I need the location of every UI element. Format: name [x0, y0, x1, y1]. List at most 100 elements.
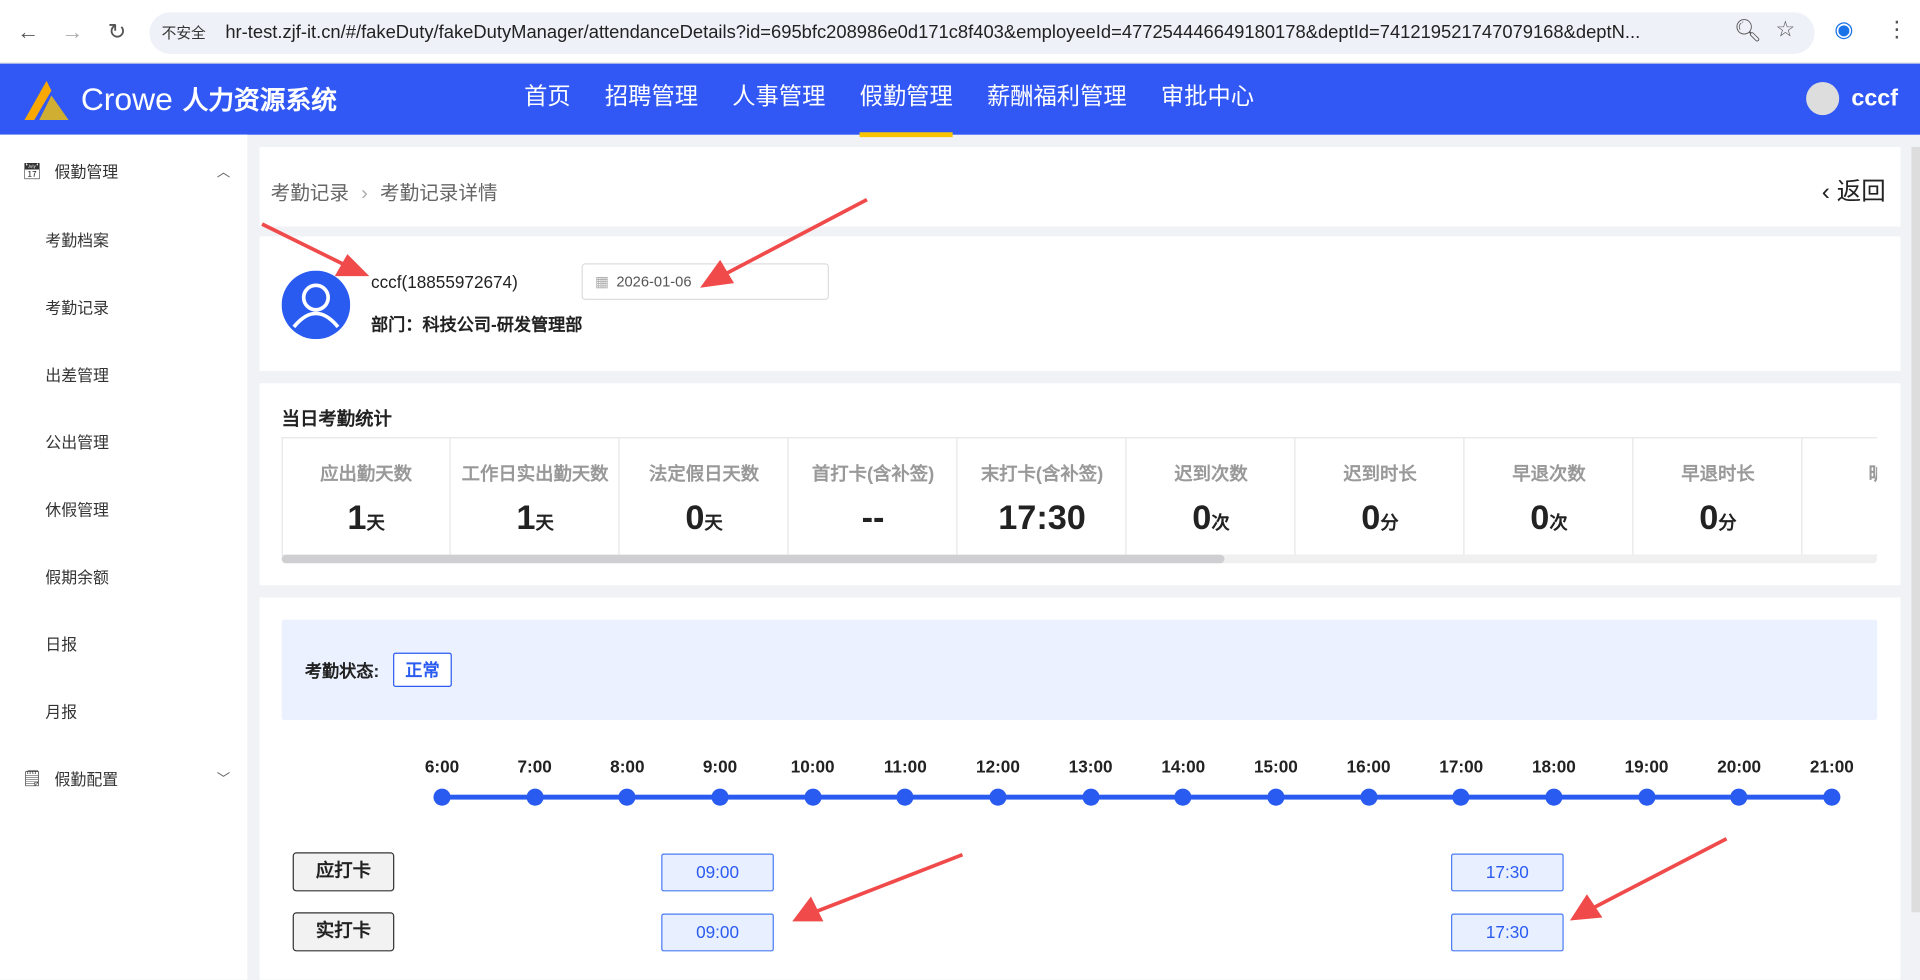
stat-cell: 早退次数 0次: [1466, 438, 1634, 555]
nav-hr[interactable]: 人事管理: [732, 64, 825, 135]
sidebar-item-daily[interactable]: 日报: [45, 632, 77, 655]
timeline-tick-label: 15:00: [1253, 756, 1298, 777]
status-panel: 考勤状态: 正常: [281, 619, 1878, 721]
stat-label: 工作日实出勤天数: [461, 464, 609, 485]
nav-recruit[interactable]: 招聘管理: [605, 64, 698, 135]
stat-label: 首打卡(含补签): [811, 464, 935, 485]
config-icon: 🗒︎: [22, 768, 43, 787]
scheduled-punch-in: 09:00: [661, 853, 774, 892]
stat-label: 法定假日天数: [648, 464, 760, 485]
sidebar-group-config[interactable]: 🗒︎ 假勤配置 ﹀: [22, 767, 230, 790]
sidebar-item-monthly[interactable]: 月报: [45, 699, 77, 722]
stat-number: 0: [1192, 498, 1212, 537]
stat-cell: 应出勤天数 1天: [283, 438, 451, 555]
stat-label: 末打卡(含补签): [980, 464, 1104, 485]
timeline-dot: [1545, 788, 1563, 806]
sidebar-item-leave[interactable]: 休假管理: [45, 497, 109, 520]
stat-value: 17:30: [959, 498, 1126, 537]
timeline-dot: [1082, 788, 1100, 806]
breadcrumb-current: 考勤记录详情: [380, 183, 498, 205]
timeline-dot: [526, 788, 544, 806]
timeline-tick-label: 14:00: [1161, 756, 1206, 777]
timeline-dot: [989, 788, 1007, 806]
stat-label: 早退次数: [1512, 464, 1586, 485]
scheduled-punch-button[interactable]: 应打卡: [292, 852, 395, 892]
zoom-icon[interactable]: 🔍︎: [1734, 18, 1762, 44]
logo-text: Crowe: [80, 80, 173, 117]
timeline-tick-label: 12:00: [976, 756, 1020, 777]
calendar-icon: ▦: [595, 273, 609, 291]
timeline-tick-label: 19:00: [1624, 756, 1669, 777]
forward-arrow-icon[interactable]: →: [61, 20, 83, 46]
stat-number: 1: [347, 498, 367, 537]
date-picker[interactable]: ▦ 2026-01-06: [581, 263, 829, 301]
stat-number: 17:30: [998, 498, 1086, 537]
chevron-down-icon: ﹀: [216, 772, 231, 787]
user-menu[interactable]: cccf: [1806, 82, 1898, 116]
avatar: [1806, 82, 1840, 116]
actual-punch-button[interactable]: 实打卡: [292, 912, 395, 952]
star-icon[interactable]: ☆: [1776, 17, 1796, 43]
stat-cell: 法定假日天数 0天: [621, 438, 789, 555]
stat-value: 0天: [621, 498, 788, 537]
stat-label: 旷工: [1804, 460, 1878, 486]
timeline-dot: [1267, 788, 1285, 806]
stat-unit: 次: [1211, 513, 1230, 534]
scrollbar-thumb[interactable]: [281, 554, 1225, 564]
stat-cell: 首打卡(含补签) --: [790, 438, 958, 555]
timeline-dot: [896, 788, 914, 806]
sidebar-item-balance[interactable]: 假期余额: [45, 564, 109, 587]
breadcrumb-parent[interactable]: 考勤记录: [271, 184, 349, 205]
sidebar-group-attendance[interactable]: 📅︎ 假勤管理 ︿: [22, 159, 230, 182]
breadcrumb-bar: 考勤记录 › 考勤记录详情 ‹ 返回: [259, 146, 1901, 227]
nav-salary[interactable]: 薪酬福利管理: [987, 64, 1127, 135]
timeline-dot: [618, 788, 636, 806]
nav-approval[interactable]: 审批中心: [1161, 64, 1254, 135]
timeline-tick-label: 6:00: [424, 756, 460, 777]
nav-home[interactable]: 首页: [524, 64, 571, 135]
stat-value: 0分: [1297, 498, 1464, 537]
user-avatar-icon: [281, 270, 351, 340]
sidebar-item-business-trip[interactable]: 出差管理: [45, 362, 109, 385]
sidebar-item-archive[interactable]: 考勤档案: [45, 228, 109, 251]
stat-number: 0: [1361, 498, 1381, 537]
timeline-tick-label: 21:00: [1809, 756, 1854, 777]
stat-value: --: [790, 498, 957, 537]
back-label: 返回: [1836, 178, 1886, 206]
timeline-card: 考勤状态: 正常 6:00 7:00 8:00 9:00 10:00 11:00 12:00…: [259, 597, 1901, 980]
stat-value: 1天: [283, 498, 450, 537]
stat-unit: 天: [704, 513, 723, 534]
logo: Crowe 人力资源系统: [22, 78, 337, 121]
sidebar-item-records[interactable]: 考勤记录: [45, 295, 109, 318]
stat-number: 0: [685, 498, 705, 537]
timeline-tick-label: 17:00: [1439, 756, 1484, 777]
stat-cell: 旷工 0: [1804, 438, 1878, 554]
stat-number: 0: [1699, 498, 1719, 537]
browser-toolbar: ← → ↻ 不安全 hr-test.zjf-it.cn/#/fakeDuty/fa…: [0, 0, 1920, 64]
stat-unit: 分: [1380, 513, 1399, 534]
menu-icon[interactable]: ⋮: [1886, 17, 1908, 43]
horizontal-scrollbar[interactable]: [281, 554, 1878, 564]
reload-icon[interactable]: ↻: [108, 20, 126, 46]
timeline-tick-label: 10:00: [790, 756, 835, 777]
nav-attendance[interactable]: 假勤管理: [859, 64, 953, 138]
stat-number: 1: [516, 498, 536, 537]
timeline-tick-label: 7:00: [517, 756, 552, 777]
timeline-dot: [804, 788, 822, 806]
insecure-badge[interactable]: 不安全: [162, 24, 206, 41]
back-button[interactable]: ‹ 返回: [1822, 171, 1886, 207]
sidebar-item-official-out[interactable]: 公出管理: [45, 430, 109, 453]
scheduled-punch-out: 17:30: [1451, 853, 1564, 892]
timeline-tick-label: 8:00: [610, 756, 645, 777]
stat-value: 1天: [452, 498, 619, 537]
address-bar[interactable]: 不安全 hr-test.zjf-it.cn/#/fakeDuty/fakeDuty…: [149, 12, 1815, 54]
url-text: hr-test.zjf-it.cn/#/fakeDuty/fakeDutyMan…: [225, 22, 1641, 43]
timeline-dot: [1823, 788, 1841, 806]
profile-icon[interactable]: ◉: [1834, 17, 1853, 43]
timeline-tick-label: 11:00: [883, 756, 927, 777]
employee-name: cccf(18855972674): [371, 271, 518, 292]
sidebar: 📅︎ 假勤管理 ︿ 考勤档案 考勤记录 出差管理 公出管理 休假管理 假期余额 日报…: [0, 134, 248, 980]
page-scrollbar[interactable]: [1911, 146, 1920, 913]
back-arrow-icon[interactable]: ←: [17, 20, 39, 46]
timeline-dot: [1359, 788, 1378, 806]
